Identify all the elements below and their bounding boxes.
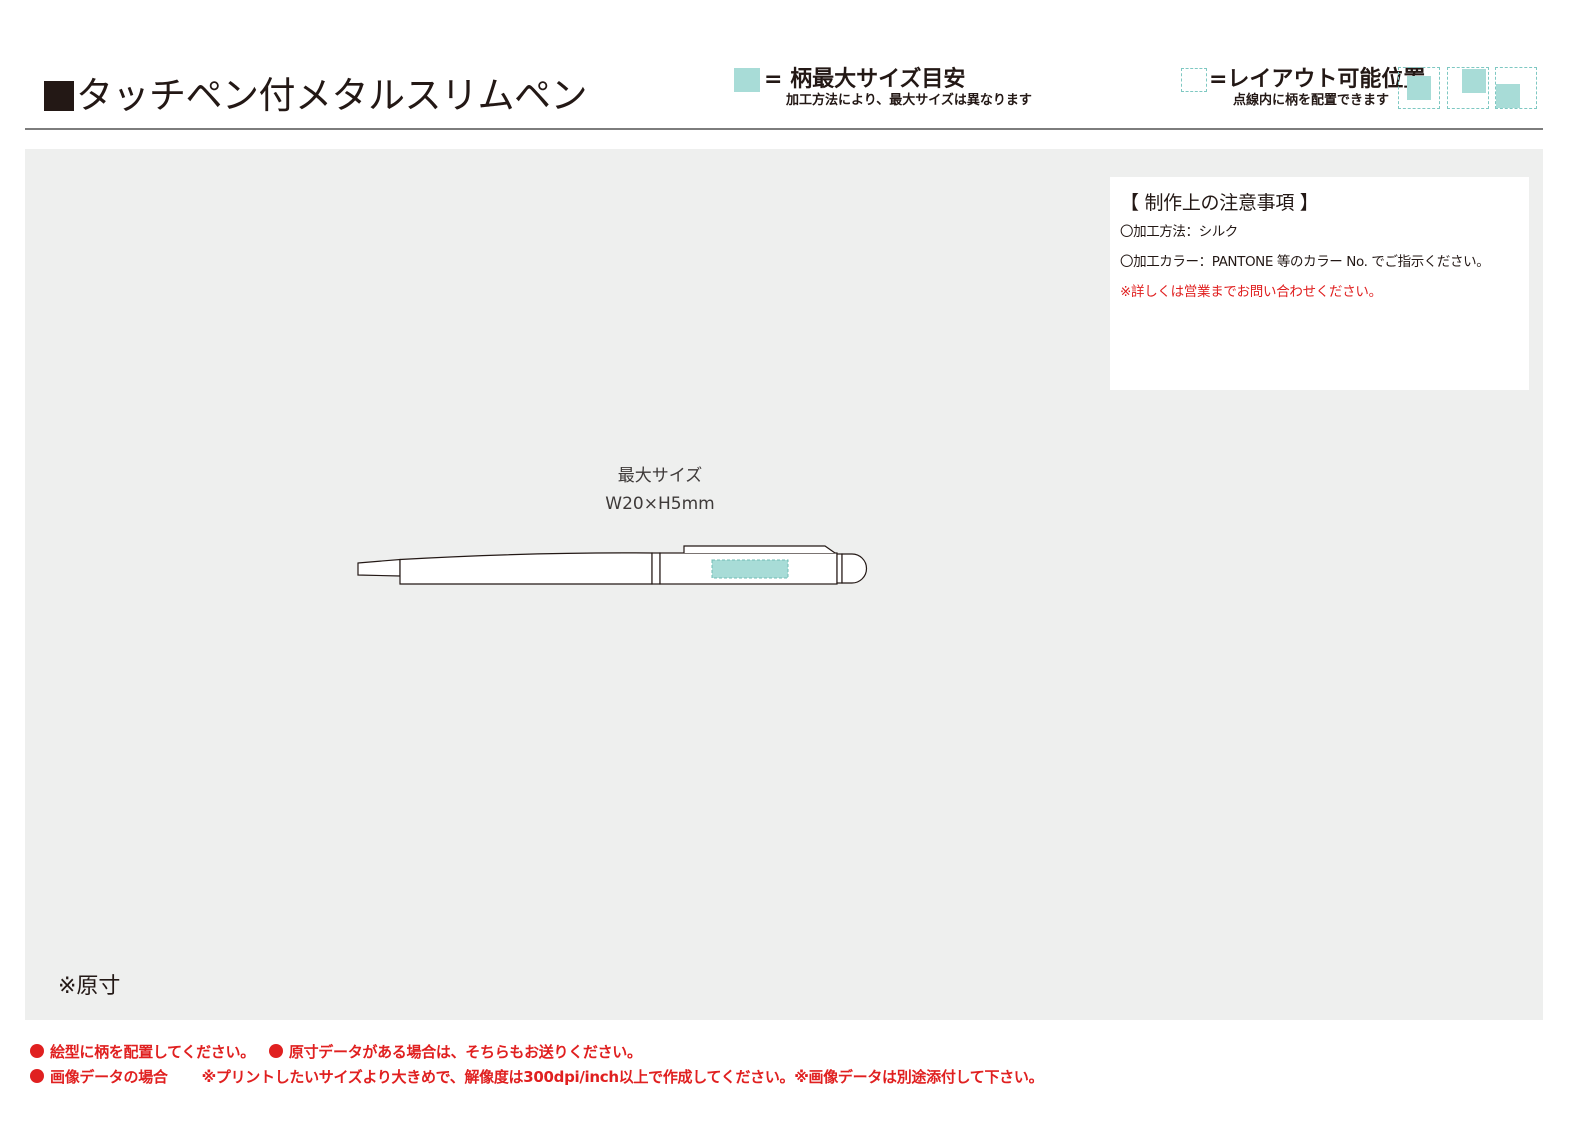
- notes-heading: 【 制作上の注意事項 】: [1120, 192, 1319, 214]
- max-size-swatch-icon: [734, 68, 760, 92]
- layout-example-top-icon: [1447, 67, 1489, 109]
- max-size-title: 最大サイズ: [617, 466, 703, 486]
- footer-line-2: 画像データの場合 ※プリントしたいサイズより大きめで、解像度は300dpi/inc…: [30, 1067, 1044, 1087]
- production-notes-box: 【 制作上の注意事項 】 〇加工方法：シルク 〇加工カラー：PANTONE 等の…: [1110, 177, 1529, 390]
- layout-example-center-icon: [1398, 67, 1440, 109]
- legend-max-size-label: = 柄最大サイズ目安: [764, 67, 966, 92]
- pen-barrel: [399, 552, 653, 585]
- pen-ring: [651, 552, 661, 585]
- red-bullet-icon: [30, 1044, 44, 1058]
- legend-max-size-note: 加工方法により、最大サイズは異なります: [786, 93, 1032, 108]
- footer-note-resolution: ※プリントしたいサイズより大きめで、解像度は300dpi/inch以上で作成して…: [201, 1068, 1044, 1086]
- footer-line-1: 絵型に柄を配置してください。 原寸データがある場合は、そちらもお送りください。: [30, 1042, 642, 1062]
- stylus-tip-icon: [841, 553, 868, 584]
- red-bullet-icon: [30, 1069, 44, 1083]
- square-bullet-icon: [44, 81, 74, 111]
- actual-size-note: ※原寸: [58, 974, 121, 999]
- notes-method: 〇加工方法：シルク: [1120, 224, 1238, 240]
- red-bullet-icon: [268, 1044, 283, 1058]
- legend-layout-note: 点線内に柄を配置できます: [1233, 93, 1390, 108]
- footer-note-placement: 絵型に柄を配置してください。: [50, 1043, 255, 1061]
- pen-illustration: [357, 545, 868, 585]
- pen-tip: [357, 558, 401, 577]
- page-title: タッチペン付メタルスリムペン: [44, 74, 588, 118]
- pen-clip: [683, 545, 836, 554]
- layout-example-bottom-icon: [1495, 67, 1537, 109]
- page-title-text: タッチペン付メタルスリムペン: [76, 74, 588, 117]
- pen-cap-ring: [836, 553, 843, 584]
- max-size-label: 最大サイズ W20×H5mm: [560, 462, 760, 518]
- print-area-marker: [711, 559, 789, 579]
- legend-layout-label: =レイアウト可能位置: [1209, 67, 1426, 92]
- max-size-value: W20×H5mm: [605, 494, 715, 514]
- layout-dashed-swatch-icon: [1181, 68, 1207, 92]
- notes-warning: ※詳しくは営業までお問い合わせください。: [1120, 284, 1382, 300]
- notes-color: 〇加工カラー：PANTONE 等のカラー No. でご指示ください。: [1120, 254, 1490, 270]
- footer-note-image-data: 画像データの場合: [50, 1068, 168, 1086]
- header-divider: [25, 128, 1543, 130]
- footer-note-original-data: 原寸データがある場合は、そちらもお送りください。: [288, 1043, 642, 1061]
